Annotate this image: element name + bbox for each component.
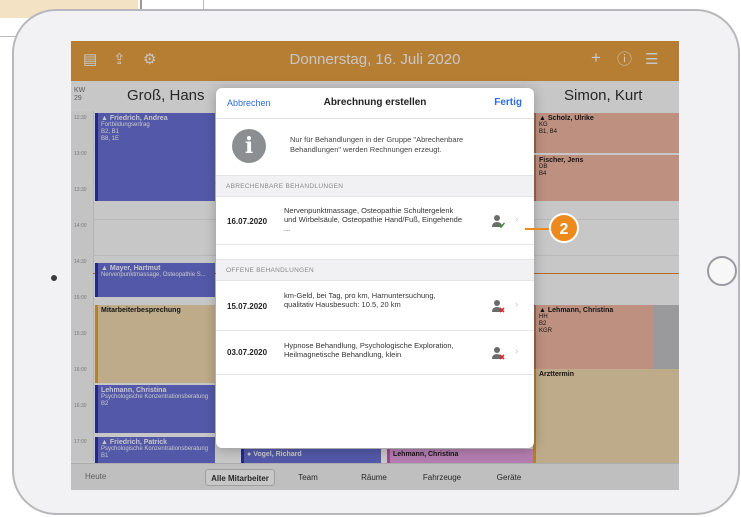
section-label: OFFENE BEHANDLUNGEN: [226, 267, 315, 274]
chevron-right-icon[interactable]: ›: [515, 346, 518, 357]
camera-icon: [51, 275, 57, 281]
treatment-description: km-Geld, bei Tag, pro km, Harnuntersuchu…: [284, 291, 436, 309]
info-icon: i: [232, 129, 266, 163]
treatment-description: Nervenpunktmassage, Osteopathie Schulter…: [284, 206, 463, 233]
treatment-row[interactable]: 15.07.2020 km-Geld, bei Tag, pro km, Har…: [216, 281, 534, 331]
section-header-billable: ABRECHENBARE BEHANDLUNGEN: [216, 175, 534, 197]
person-cross-icon[interactable]: [491, 299, 505, 313]
treatment-date: 16.07.2020: [227, 217, 268, 226]
treatment-date: 03.07.2020: [227, 348, 268, 357]
callout-badge: 2: [549, 213, 579, 243]
person-cross-icon[interactable]: [491, 346, 505, 360]
treatment-date: 15.07.2020: [227, 302, 268, 311]
treatment-description: Hypnose Behandlung, Psychologische Explo…: [284, 341, 454, 359]
home-button[interactable]: [707, 256, 737, 286]
chevron-right-icon[interactable]: ›: [515, 299, 518, 310]
modal-title: Abrechnung erstellen: [323, 97, 427, 108]
section-label: ABRECHENBARE BEHANDLUNGEN: [226, 183, 344, 190]
modal-header: Abbrechen Abrechnung erstellen Fertig: [216, 88, 534, 119]
billing-modal: Abbrechen Abrechnung erstellen Fertig i …: [216, 88, 534, 448]
chevron-right-icon[interactable]: ›: [515, 214, 518, 225]
app-screen: ▤ ⇪ ⚙ Donnerstag, 16. Juli 2020 + ⓘ ☰ KW…: [71, 41, 679, 490]
treatment-row[interactable]: 03.07.2020 Hypnose Behandlung, Psycholog…: [216, 331, 534, 375]
done-button[interactable]: Fertig: [494, 97, 522, 108]
section-header-open: OFFENE BEHANDLUNGEN: [216, 259, 534, 281]
person-check-icon[interactable]: [491, 214, 505, 228]
info-text: Nur für Behandlungen in der Gruppe "Abre…: [290, 135, 464, 154]
info-box: i Nur für Behandlungen in der Gruppe "Ab…: [216, 119, 534, 175]
treatment-row[interactable]: 16.07.2020 Nervenpunktmassage, Osteopath…: [216, 197, 534, 245]
callout-connector: [525, 228, 549, 230]
